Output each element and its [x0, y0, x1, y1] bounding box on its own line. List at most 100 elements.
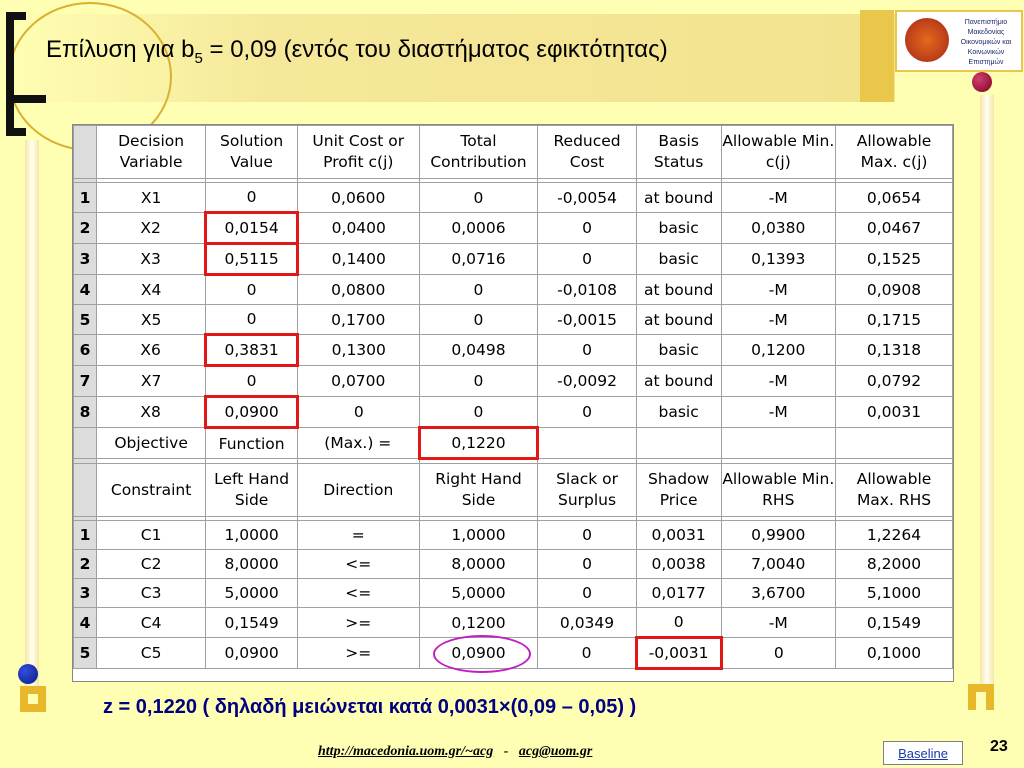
decorative-dot-blue [18, 664, 38, 684]
decorative-square-right-inner [976, 692, 986, 710]
table-cell: <= [296, 578, 420, 608]
row-number: 1 [73, 182, 97, 213]
table-row: 5 X5 0 0,1700 0 -0,0015 at bound -M 0,1715 [73, 304, 953, 335]
table-row: 8 X8 0,0900 0 0 0 basic -M 0,0031 [73, 395, 953, 429]
table-cell: 0,0792 [835, 365, 953, 397]
table-cell: 0 [537, 520, 637, 550]
table-row: 2 X2 0,0154 0,0400 0,0006 0 basic 0,0380 0,0467 [73, 211, 953, 245]
table-cell: -M [720, 365, 837, 397]
table-cell: 0,1549 [835, 607, 953, 638]
table-cell: 8,0000 [205, 549, 298, 579]
logo-emblem-icon [905, 18, 949, 62]
row-number: 4 [73, 607, 97, 638]
table-cell: 0,1549 [205, 607, 298, 638]
table-cell: C4 [95, 607, 207, 638]
column-header: Left Hand Side [205, 463, 298, 517]
table-cell: 0,0908 [835, 274, 953, 305]
table-row: 3 X3 0,5115 0,1400 0,0716 0 basic 0,1393 0,1525 [73, 242, 953, 276]
slide-title: Επίλυση για b5 = 0,09 (εντός του διαστήμ… [46, 36, 668, 67]
row-number: 6 [73, 334, 97, 366]
row-number: 1 [73, 520, 97, 550]
table-row: 7 X7 0 0,0700 0 -0,0092 at bound -M 0,0792 [73, 365, 953, 397]
table-cell: 0,1393 [720, 243, 837, 275]
column-header: Slack or Surplus [537, 463, 637, 517]
table-cell: 0,1525 [835, 243, 953, 275]
table-cell: 0 [537, 396, 637, 428]
table-cell: -0,0015 [537, 304, 637, 335]
table-cell: C5 [95, 637, 207, 669]
table-row: 1 C1 1,0000 = 1,0000 0 0,0031 0,9900 1,2264 [73, 520, 953, 550]
table-cell: 8,0000 [418, 549, 539, 579]
table-row: 1 X1 0 0,0600 0 -0,0054 at bound -M 0,0654 [73, 182, 953, 213]
table-cell: 5,0000 [418, 578, 539, 608]
table-cell: C2 [95, 549, 207, 579]
table-cell: -0,0031 [634, 636, 723, 670]
table-cell: -0,0054 [537, 182, 637, 213]
table-cell: C1 [95, 520, 207, 550]
decorative-bracket-bar [6, 95, 46, 103]
table-cell: X6 [95, 334, 207, 366]
table-cell: X5 [95, 304, 207, 335]
table-cell: 1,2264 [835, 520, 953, 550]
column-header: Unit Cost or Profit c(j) [296, 125, 420, 179]
table-cell: 0,1400 [296, 243, 420, 275]
table-cell: 0,0600 [296, 182, 420, 213]
row-number: 8 [73, 396, 97, 428]
table-cell: 0 [205, 365, 298, 397]
table-cell: = [296, 520, 420, 550]
objective-label: Objective [95, 427, 207, 459]
table-cell: 0 [720, 637, 837, 669]
table-cell: at bound [635, 365, 722, 397]
table-row: 4 C4 0,1549 >= 0,1200 0,0349 0 -M 0,1549 [73, 607, 953, 638]
table-row: 5 C5 0,0900 >= 0,0900 0 -0,0031 0 0,1000 [73, 635, 953, 673]
table-cell: 0 [537, 212, 637, 244]
email-link[interactable]: acg@uom.gr [519, 744, 593, 759]
table-cell: 0 [537, 334, 637, 366]
row-number: 2 [73, 549, 97, 579]
table-cell: 0,1200 [418, 607, 539, 638]
column-header: Solution Value [205, 125, 298, 179]
table-cell: 0 [537, 243, 637, 275]
table-cell: 0,5115 [204, 242, 299, 276]
table-cell: 0,0349 [537, 607, 637, 638]
table-cell: >= [296, 607, 420, 638]
objective-label: (Max.) = [296, 427, 420, 459]
table-cell: 0,1318 [835, 334, 953, 366]
table-cell: X4 [95, 274, 207, 305]
table-cell: -M [720, 274, 837, 305]
table-cell: 0 [205, 304, 298, 335]
table-cell: >= [296, 637, 420, 669]
page-number: 23 [990, 738, 1008, 755]
table-cell: 8,2000 [835, 549, 953, 579]
objective-value: 0,1220 [417, 426, 540, 460]
table-cell: 0 [418, 304, 539, 335]
table-header-row: Decision Variable Solution Value Unit Co… [73, 125, 953, 179]
column-header: Direction [296, 463, 420, 517]
decorative-dot-red [972, 72, 992, 92]
table-cell: at bound [635, 274, 722, 305]
table-cell: 0 [205, 182, 298, 213]
table-cell: 0,1715 [835, 304, 953, 335]
table-cell: 1,0000 [205, 520, 298, 550]
column-header: Shadow Price [635, 463, 722, 517]
table-cell: X1 [95, 182, 207, 213]
row-number-header [73, 125, 97, 179]
table-cell: 0,0900 [205, 637, 298, 669]
left-decorative-column [25, 140, 39, 710]
column-header: Allowable Max. c(j) [835, 125, 953, 179]
column-header: Total Contribution [418, 125, 539, 179]
table-cell: 0,1200 [720, 334, 837, 366]
website-link[interactable]: http://macedonia.uom.gr/~acg [318, 744, 493, 759]
decorative-square-left-inner [28, 694, 38, 704]
table-cell: 0,0800 [296, 274, 420, 305]
baseline-button[interactable]: Baseline [883, 741, 963, 765]
table-cell: -M [720, 607, 837, 638]
table-cell: 0,1000 [835, 637, 953, 669]
table-cell: 0 [296, 396, 420, 428]
table-cell: 3,6700 [720, 578, 837, 608]
table-cell: 0,0716 [418, 243, 539, 275]
table-cell: X7 [95, 365, 207, 397]
footer: http://macedonia.uom.gr/~acg - acg@uom.g… [318, 744, 592, 760]
table-cell: at bound [635, 304, 722, 335]
table-cell: 1,0000 [418, 520, 539, 550]
